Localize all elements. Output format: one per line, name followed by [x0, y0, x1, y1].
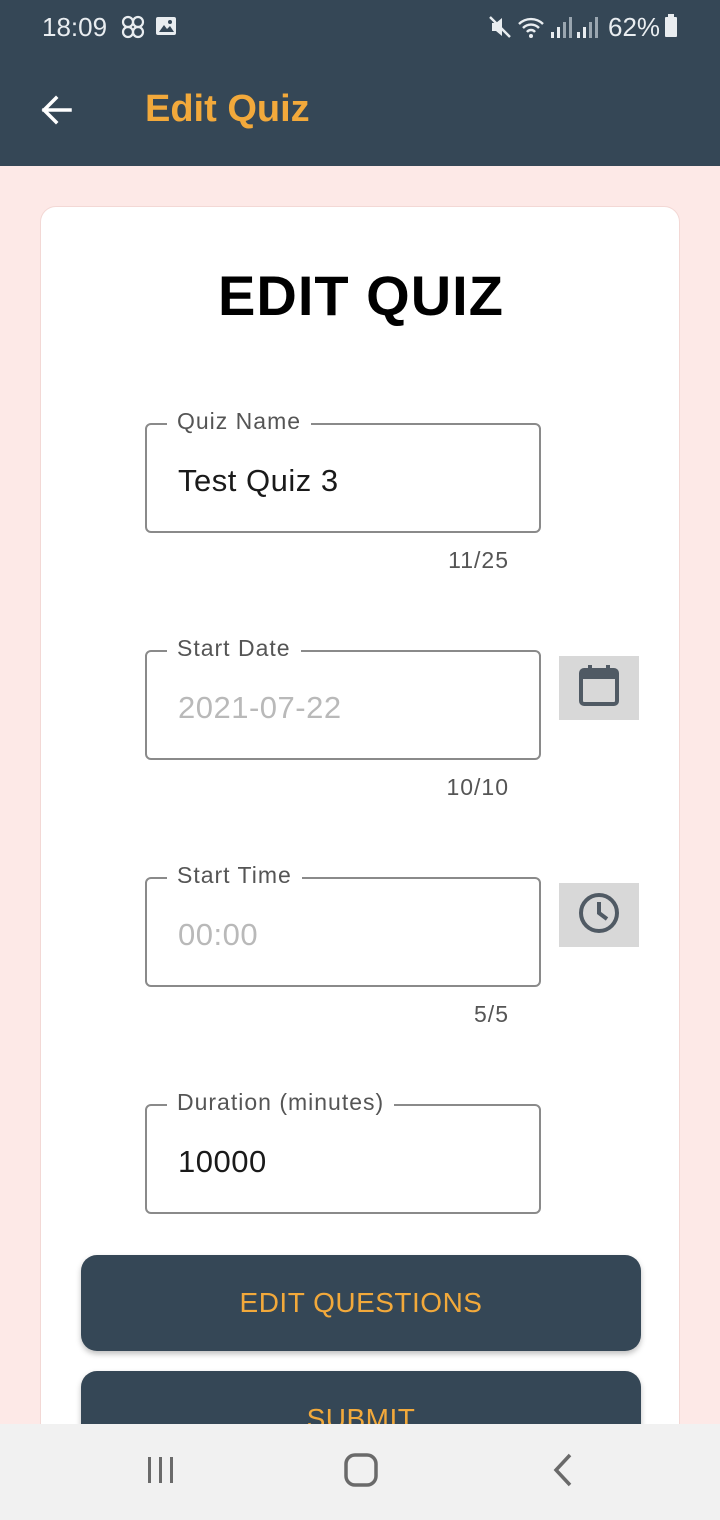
start-date-field[interactable]: Start Date 2021-07-22	[145, 635, 541, 760]
start-time-field[interactable]: Start Time 00:00	[145, 862, 541, 987]
pinwheel-icon	[120, 14, 146, 45]
nav-back-button[interactable]	[533, 1452, 593, 1492]
duration-value: 10000	[178, 1144, 267, 1179]
recents-icon	[145, 1455, 177, 1490]
quiz-name-counter: 11/25	[448, 547, 509, 573]
signal-icon	[576, 14, 598, 45]
quiz-name-value: Test Quiz 3	[178, 463, 339, 498]
clock-icon	[577, 891, 621, 940]
signal-icon	[550, 14, 572, 45]
start-date-counter: 10/10	[446, 774, 509, 800]
app-title: Edit Quiz	[145, 88, 310, 130]
status-bar: 18:09 62%	[0, 0, 720, 56]
duration-field[interactable]: Duration (minutes) 10000	[145, 1089, 541, 1214]
image-icon	[154, 14, 178, 43]
system-nav-bar	[0, 1424, 720, 1520]
home-button[interactable]	[331, 1452, 391, 1492]
home-icon	[343, 1452, 379, 1493]
form-card: EDIT QUIZ Quiz Name Test Quiz 3 11/25 St…	[40, 206, 680, 1467]
arrow-back-icon	[36, 90, 76, 135]
start-time-value: 00:00	[178, 917, 259, 952]
mute-icon	[488, 14, 512, 45]
app-bar: Edit Quiz	[0, 56, 720, 166]
back-chevron-icon	[551, 1452, 575, 1493]
start-date-value: 2021-07-22	[178, 690, 342, 725]
wifi-icon	[516, 14, 546, 45]
quiz-name-field[interactable]: Quiz Name Test Quiz 3	[145, 408, 541, 533]
time-picker-button[interactable]	[559, 883, 639, 947]
start-date-label: Start Date	[167, 635, 301, 662]
quiz-name-label: Quiz Name	[167, 408, 312, 435]
form-heading: EDIT QUIZ	[218, 264, 504, 327]
duration-label: Duration (minutes)	[167, 1089, 395, 1116]
start-time-label: Start Time	[167, 862, 302, 889]
status-time: 18:09	[42, 12, 108, 42]
battery-icon	[664, 14, 678, 43]
edit-questions-button[interactable]: EDIT QUESTIONS	[81, 1255, 641, 1351]
start-time-counter: 5/5	[474, 1001, 509, 1027]
calendar-icon	[578, 664, 620, 713]
date-picker-button[interactable]	[559, 656, 639, 720]
recents-button[interactable]	[131, 1452, 191, 1492]
battery-percent: 62%	[608, 12, 661, 42]
back-button[interactable]	[30, 86, 82, 138]
